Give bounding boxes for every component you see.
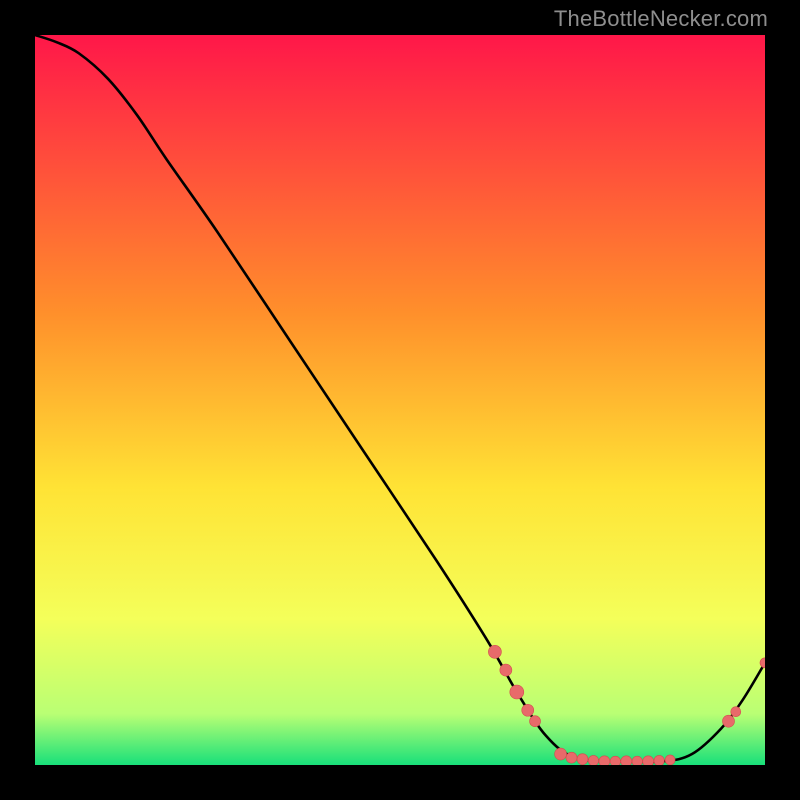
data-marker xyxy=(566,752,577,763)
data-marker xyxy=(643,756,654,765)
gradient-background xyxy=(35,35,765,765)
data-marker xyxy=(555,748,567,760)
watermark-text: TheBottleNecker.com xyxy=(554,6,768,32)
data-marker xyxy=(500,664,512,676)
data-marker xyxy=(577,754,588,765)
data-marker xyxy=(588,755,598,765)
data-marker xyxy=(522,704,534,716)
data-marker xyxy=(599,756,610,765)
plot-area xyxy=(35,35,765,765)
data-marker xyxy=(488,645,501,658)
chart-frame: TheBottleNecker.com xyxy=(0,0,800,800)
data-marker xyxy=(665,755,675,765)
chart-svg xyxy=(35,35,765,765)
data-marker xyxy=(731,707,741,717)
data-marker xyxy=(510,685,524,699)
data-marker xyxy=(530,716,541,727)
data-marker xyxy=(723,715,735,727)
data-marker xyxy=(621,756,632,765)
data-marker xyxy=(632,756,642,765)
data-marker xyxy=(610,756,620,765)
data-marker xyxy=(654,755,664,765)
